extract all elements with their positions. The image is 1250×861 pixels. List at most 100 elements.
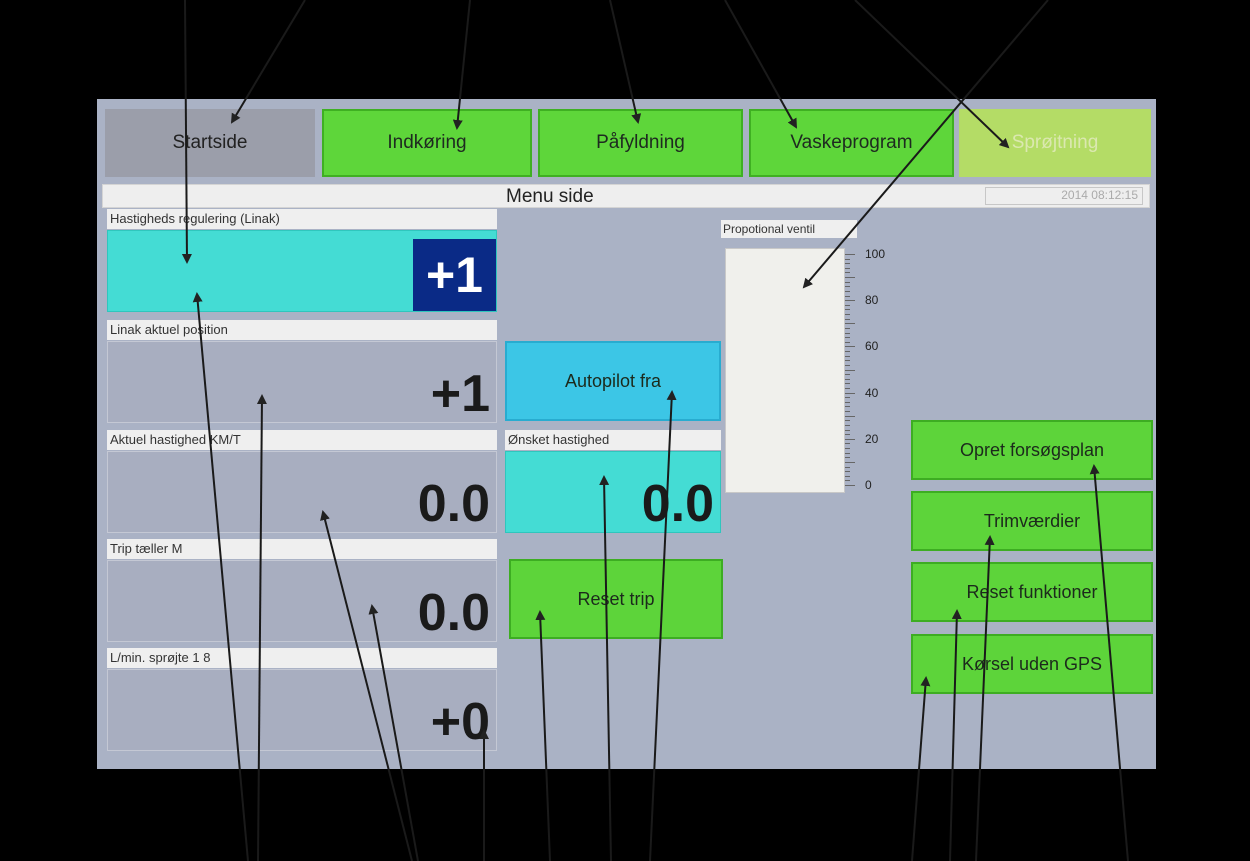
gauge-tick <box>845 332 850 334</box>
reset-trip-button[interactable]: Reset trip <box>509 559 723 639</box>
gauge-tick <box>845 341 850 343</box>
gauge-tick <box>845 360 850 362</box>
gauge-tick <box>845 323 855 325</box>
gauge-tick <box>845 281 850 283</box>
gauge-title: Propotional ventil <box>721 220 857 238</box>
tab-indkoring[interactable]: Indkøring <box>322 109 532 177</box>
gauge-tick <box>845 378 850 380</box>
menu-header-bar: Menu side 2014 08:12:15 <box>102 184 1150 208</box>
gauge-tick-label: 100 <box>865 247 886 261</box>
gauge-tick <box>845 290 850 292</box>
tab-sprojtning[interactable]: Sprøjtning <box>959 109 1151 177</box>
gauge-tick <box>845 277 855 279</box>
gauge-tick <box>845 258 850 260</box>
gauge-tick <box>845 406 850 408</box>
linak-value: +1 <box>430 365 490 423</box>
gauge-tick <box>845 457 850 459</box>
tab-pafyldning[interactable]: Påfyldning <box>538 109 743 177</box>
onsket-hastighed-label: Ønsket hastighed <box>505 430 721 450</box>
gauge-tick <box>845 286 850 288</box>
reset-funktioner-button[interactable]: Reset funktioner <box>911 562 1153 622</box>
linak-panel: +1 <box>107 341 497 423</box>
gauge-tick <box>845 314 850 316</box>
gauge-tick <box>845 411 850 413</box>
gauge-tick <box>845 397 850 399</box>
onsket-hastighed-panel[interactable]: 0.0 <box>505 451 721 533</box>
tab-startside[interactable]: Startside <box>105 109 315 177</box>
aktuel-hastighed-value: 0.0 <box>417 475 490 533</box>
gauge-tick <box>845 300 855 302</box>
gauge-tick <box>845 485 855 486</box>
gauge-tick <box>845 346 855 348</box>
gauge-tick <box>845 327 850 329</box>
autopilot-button-label: Autopilot fra <box>564 370 662 391</box>
gauge-tick <box>845 364 850 366</box>
korsel-uden-gps-button[interactable]: Kørsel uden GPS <box>911 634 1153 694</box>
datetime-display: 2014 08:12:15 <box>985 187 1143 205</box>
tab-startside-label: Startside <box>172 132 248 153</box>
hastighed-value: +1 <box>413 239 496 311</box>
trip-label: Trip tæller M <box>107 539 497 559</box>
trimvaerdier-button[interactable]: Trimværdier <box>911 491 1153 551</box>
tab-indkoring-label: Indkøring <box>387 132 467 153</box>
aktuel-hastighed-label: Aktuel hastighed KM/T <box>107 430 497 450</box>
gauge-tick <box>845 267 850 269</box>
gauge-tick <box>845 369 855 371</box>
hastighed-label: Hastigheds regulering (Linak) <box>107 209 497 229</box>
hastighed-panel[interactable]: +1 <box>107 230 497 312</box>
gauge-tick <box>845 471 850 473</box>
gauge-tick <box>845 304 850 306</box>
gauge-tick <box>845 351 850 353</box>
gauge-tick <box>845 475 850 477</box>
gauge-tick <box>845 448 850 450</box>
opret-forsogsplan-label: Opret forsøgsplan <box>959 439 1105 460</box>
gauge-tick <box>845 424 850 426</box>
page-title: Menu side <box>506 186 594 207</box>
gauge-tick <box>845 263 850 265</box>
gauge-tick <box>845 254 855 255</box>
gauge-tick <box>845 461 855 463</box>
gauge-tick-label: 80 <box>865 293 879 308</box>
lmin-value: +0 <box>430 693 490 751</box>
hmi-screen: Startside Indkøring Påfyldning Vaskeprog… <box>97 99 1156 769</box>
gauge-tick <box>845 318 850 320</box>
aktuel-hastighed-panel: 0.0 <box>107 451 497 533</box>
gauge-tick <box>845 429 850 431</box>
gauge-tick <box>845 383 850 385</box>
tab-pafyldning-label: Påfyldning <box>596 132 685 153</box>
reset-funktioner-label: Reset funktioner <box>966 581 1098 602</box>
gauge-bar <box>725 248 845 493</box>
gauge-tick <box>845 415 855 417</box>
trip-panel: 0.0 <box>107 560 497 642</box>
autopilot-button[interactable]: Autopilot fra <box>505 341 721 421</box>
gauge-tick <box>845 434 850 436</box>
gauge-tick <box>845 387 850 389</box>
gauge-tick-label: 60 <box>865 339 879 354</box>
gauge-tick <box>845 438 855 440</box>
gauge-tick <box>845 392 855 394</box>
photo-frame: Startside Indkøring Påfyldning Vaskeprog… <box>0 0 1250 861</box>
tab-vaskeprogram-label: Vaskeprogram <box>790 132 913 153</box>
opret-forsogsplan-button[interactable]: Opret forsøgsplan <box>911 420 1153 480</box>
tab-vaskeprogram[interactable]: Vaskeprogram <box>749 109 954 177</box>
trip-value: 0.0 <box>417 584 490 642</box>
gauge-tick-label: 0 <box>865 478 872 492</box>
gauge-tick <box>845 466 850 468</box>
tab-sprojtning-label: Sprøjtning <box>1011 132 1099 153</box>
gauge-scale: 100 80 60 40 20 0 <box>845 247 886 493</box>
gauge-tick-label: 20 <box>865 431 879 446</box>
gauge-tick <box>845 295 850 297</box>
gauge-tick <box>845 480 850 482</box>
korsel-uden-gps-label: Kørsel uden GPS <box>961 653 1103 674</box>
lmin-panel: +0 <box>107 669 497 751</box>
gauge-tick <box>845 309 850 311</box>
trimvaerdier-label: Trimværdier <box>983 510 1081 531</box>
gauge-tick <box>845 420 850 422</box>
reset-trip-button-label: Reset trip <box>577 588 655 609</box>
gauge-tick <box>845 452 850 454</box>
gauge-tick <box>845 443 850 445</box>
gauge-tick <box>845 355 850 357</box>
gauge-tick <box>845 374 850 376</box>
gauge-tick <box>845 337 850 339</box>
gauge-tick-label: 40 <box>865 385 879 400</box>
